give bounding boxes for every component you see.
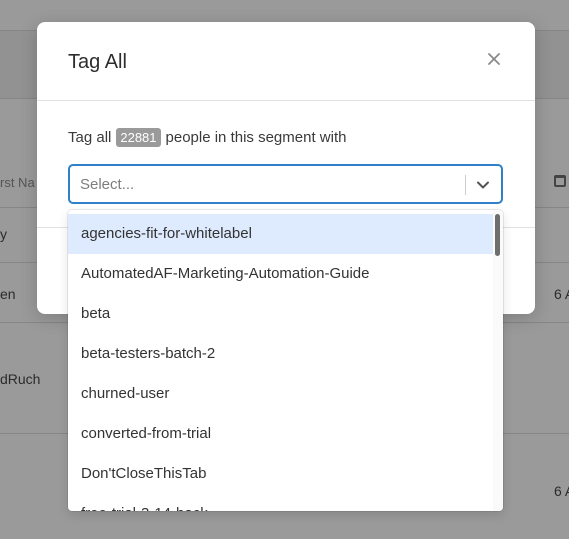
calendar-icon — [554, 175, 566, 187]
tag-select-input[interactable]: Select... — [68, 164, 503, 204]
people-count-badge: 22881 — [116, 128, 161, 147]
tag-options-menu: agencies-fit-for-whitelabel AutomatedAF-… — [68, 210, 503, 511]
tag-suffix-text: people in this segment with — [165, 129, 347, 146]
row-date-fragment: 6 A — [554, 286, 569, 302]
select-placeholder: Select... — [80, 176, 135, 193]
menu-option[interactable]: converted-from-trial — [68, 414, 493, 454]
modal-header: Tag All — [37, 22, 535, 101]
tag-prefix-text: Tag all — [68, 129, 112, 146]
close-icon[interactable] — [484, 49, 504, 69]
menu-option[interactable]: AutomatedAF-Marketing-Automation-Guide — [68, 254, 493, 294]
chevron-down-icon[interactable] — [475, 177, 491, 193]
menu-option[interactable]: churned-user — [68, 374, 493, 414]
row-name-fragment: dRuch — [0, 371, 41, 387]
menu-scrollbar-thumb[interactable] — [495, 214, 500, 256]
menu-option[interactable]: agencies-fit-for-whitelabel — [68, 214, 493, 254]
menu-option[interactable]: beta-testers-batch-2 — [68, 334, 493, 374]
select-indicator-separator — [465, 175, 466, 195]
menu-option[interactable]: beta — [68, 294, 493, 334]
menu-option[interactable]: Don'tCloseThisTab — [68, 454, 493, 494]
tag-description: Tag all 22881 people in this segment wit… — [68, 128, 346, 147]
menu-option[interactable]: free-trial-3-14-hack — [68, 494, 493, 511]
row-date-fragment: 6 A — [554, 483, 569, 499]
menu-list: agencies-fit-for-whitelabel AutomatedAF-… — [68, 214, 493, 511]
modal-title: Tag All — [68, 51, 127, 73]
row-name-fragment: en — [0, 286, 16, 302]
column-header-first-name: rst Na — [0, 175, 35, 190]
row-name-fragment: y — [0, 226, 7, 242]
